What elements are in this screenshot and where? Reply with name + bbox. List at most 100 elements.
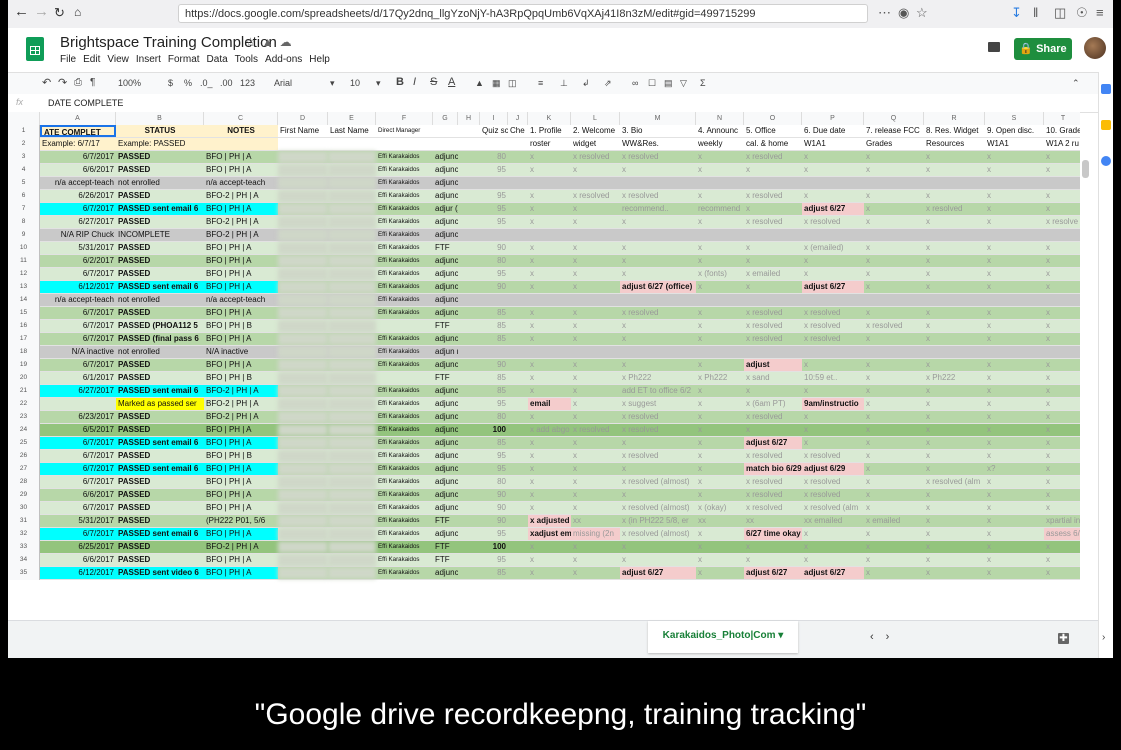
cell-o[interactable] <box>744 177 802 189</box>
cell-j[interactable] <box>508 177 528 189</box>
cell-s[interactable]: x <box>985 151 1044 163</box>
cell-l[interactable]: x <box>571 502 620 514</box>
cell-p[interactable]: adjust 6/27 <box>802 281 864 293</box>
cell-c[interactable]: BFO | PH | A <box>204 333 278 345</box>
row-number[interactable]: 35 <box>8 567 40 580</box>
cell-k[interactable]: x <box>528 281 571 293</box>
cell-j[interactable] <box>508 424 528 436</box>
cell-g[interactable]: FTF <box>433 541 458 553</box>
cell-h[interactable] <box>458 125 480 137</box>
borders-icon[interactable]: ▦ <box>492 78 501 89</box>
cell-first-name-blurred[interactable] <box>278 502 328 514</box>
cell-r[interactable] <box>924 346 985 358</box>
paint-format-icon[interactable]: ¶ <box>90 77 95 88</box>
cell-c[interactable]: BFO-2 | PH | A <box>204 411 278 423</box>
cell-last-name-blurred[interactable] <box>328 528 376 540</box>
cell-s[interactable]: x <box>985 450 1044 462</box>
table-row[interactable]: 9 N/A RIP Chuck INCOMPLETE BFO-2 | PH | A Ef… <box>8 229 1080 242</box>
cell-q[interactable]: x <box>864 372 924 384</box>
share-button[interactable]: 🔒 Share <box>1014 38 1072 60</box>
cell-q[interactable]: x <box>864 437 924 449</box>
cell-j[interactable] <box>508 164 528 176</box>
cell-first-name-blurred[interactable] <box>278 216 328 228</box>
cell-last-name-blurred[interactable] <box>328 450 376 462</box>
cell-l[interactable]: x <box>571 281 620 293</box>
cell-c[interactable]: BFO | PH | A <box>204 242 278 254</box>
cell-f[interactable]: Effi Karakaidos <box>376 528 433 540</box>
cell-l[interactable]: x resolved <box>571 424 620 436</box>
insert-link-icon[interactable]: ∞ <box>632 78 638 88</box>
cell-p[interactable] <box>802 177 864 189</box>
table-row[interactable]: 27 6/7/2017 PASSED sent email 6 BFO | PH | … <box>8 463 1080 476</box>
cell-b[interactable]: PASSED sent email 6 <box>116 437 204 449</box>
cell-f[interactable]: Effi Karakaidos <box>376 177 433 189</box>
cell-r[interactable]: x <box>924 385 985 397</box>
cell-first-name-blurred[interactable] <box>278 450 328 462</box>
cell-a[interactable]: 6/7/2017 <box>40 320 116 332</box>
cell-c[interactable]: BFO | PH | A <box>204 489 278 501</box>
column-header-t[interactable]: T <box>1044 112 1080 125</box>
cell-a[interactable]: 6/26/2017 <box>40 190 116 202</box>
cell-s[interactable]: x <box>985 489 1044 501</box>
cell-o[interactable]: match bio 6/29 <box>744 463 802 475</box>
cell-n[interactable] <box>696 346 744 358</box>
cell-last-name-blurred[interactable] <box>328 359 376 371</box>
cell-q[interactable]: x <box>864 242 924 254</box>
cell-b[interactable]: not enrolled <box>116 294 204 306</box>
cell-f[interactable]: Effi Karakaidos <box>376 268 433 280</box>
cell-g[interactable]: adjunct <box>433 190 458 202</box>
text-color-button[interactable]: A <box>448 76 455 88</box>
cell-p[interactable] <box>802 229 864 241</box>
cell-a[interactable]: 6/6/2017 <box>40 554 116 566</box>
cell-j[interactable] <box>508 216 528 228</box>
cell-l[interactable]: x <box>571 333 620 345</box>
cell-m[interactable]: x resolved <box>620 424 696 436</box>
cell-t[interactable]: x <box>1044 567 1080 579</box>
cell-b[interactable]: PASSED <box>116 489 204 501</box>
cell-s[interactable]: x <box>985 502 1044 514</box>
cell-q[interactable]: x <box>864 411 924 423</box>
cell-h[interactable] <box>458 554 480 566</box>
cell-k[interactable]: x <box>528 307 571 319</box>
cell-f[interactable]: Effi Karakaidos <box>376 216 433 228</box>
row-number[interactable]: 22 <box>8 398 40 411</box>
cell-k[interactable]: x <box>528 320 571 332</box>
cell-b[interactable]: PASSED <box>116 424 204 436</box>
cell-s[interactable]: x <box>985 203 1044 215</box>
cell-j[interactable] <box>508 528 528 540</box>
cell-f[interactable]: Effi Karakaidos <box>376 489 433 501</box>
cell-s[interactable]: x <box>985 216 1044 228</box>
cell-m[interactable]: x suggest <box>620 398 696 410</box>
cell-first-name-blurred[interactable] <box>278 489 328 501</box>
cell-first-name-blurred[interactable] <box>278 307 328 319</box>
cell-n[interactable]: x <box>696 281 744 293</box>
cell-t[interactable]: assess 6/ <box>1044 528 1080 540</box>
keep-icon[interactable] <box>1101 120 1111 130</box>
cell-b[interactable]: PASSED <box>116 515 204 527</box>
cell-first-name-blurred[interactable] <box>278 294 328 306</box>
cell-j[interactable] <box>508 450 528 462</box>
cell-b[interactable]: PASSED <box>116 372 204 384</box>
cell-k[interactable]: x <box>528 255 571 267</box>
cell-s[interactable]: x <box>985 281 1044 293</box>
cell-m[interactable]: x <box>620 255 696 267</box>
cell-t[interactable] <box>1044 177 1080 189</box>
cell-c[interactable]: BFO | PH | B <box>204 372 278 384</box>
cell-r[interactable]: x <box>924 528 985 540</box>
cell-m[interactable] <box>620 229 696 241</box>
filter-icon[interactable]: ▽ <box>680 78 687 89</box>
cell-last-name-blurred[interactable] <box>328 502 376 514</box>
cell-first-name-blurred[interactable] <box>278 372 328 384</box>
table-row[interactable]: 14 n/a accept-teach not enrolled n/a accept… <box>8 294 1080 307</box>
cell-h[interactable] <box>458 450 480 462</box>
cell-o[interactable] <box>744 294 802 306</box>
cell-c[interactable]: BFO | PH | B <box>204 450 278 462</box>
row-number[interactable]: 16 <box>8 320 40 333</box>
cell-t[interactable]: x <box>1044 320 1080 332</box>
cell-o[interactable]: adjust <box>744 359 802 371</box>
cell-b[interactable]: PASSED <box>116 411 204 423</box>
cell-b[interactable]: PASSED (final pass 6 <box>116 333 204 345</box>
cell-first-name-blurred[interactable] <box>278 151 328 163</box>
table-row[interactable]: 22 Marked as passed ser BFO-2 | PH | A Effi… <box>8 398 1080 411</box>
cell-l[interactable]: x <box>571 437 620 449</box>
